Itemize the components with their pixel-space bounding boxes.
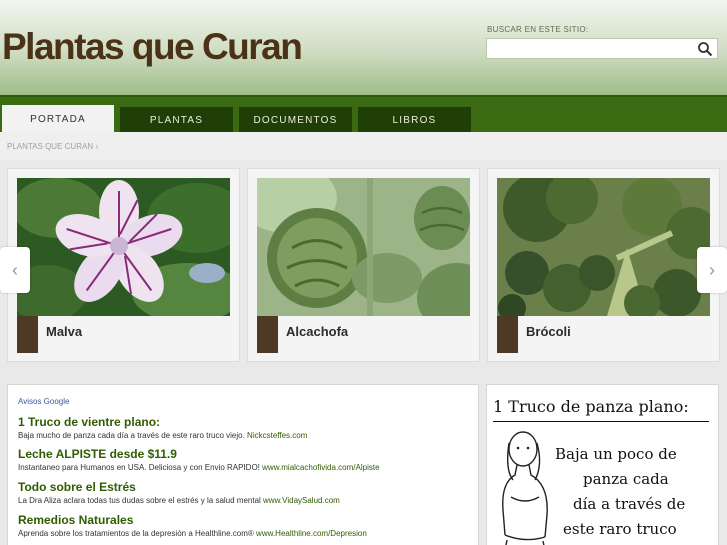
ads-heading[interactable]: Avisos Google bbox=[18, 397, 69, 406]
promo-line: Baja un poco de bbox=[555, 445, 677, 463]
search-input[interactable] bbox=[486, 38, 718, 59]
carousel-prev-button[interactable]: ‹ bbox=[0, 247, 30, 293]
ad-item[interactable]: Leche ALPISTE desde $11.9 Instantaneo pa… bbox=[18, 447, 380, 472]
breadcrumb-link[interactable]: PLANTAS QUE CURAN bbox=[7, 142, 93, 151]
ad-url[interactable]: www.Healthline.com/Depresion bbox=[256, 529, 367, 538]
tab-portada[interactable]: PORTADA bbox=[2, 105, 114, 134]
lower-section: Avisos Google 1 Truco de vientre plano: … bbox=[0, 370, 727, 545]
tab-documentos[interactable]: DOCUMENTOS bbox=[239, 107, 352, 134]
woman-illustration bbox=[502, 431, 548, 545]
carousel-item-malva[interactable]: Malva bbox=[7, 168, 240, 362]
main-nav: PORTADA PLANTAS DOCUMENTOS LIBROS bbox=[0, 95, 727, 134]
site-title[interactable]: Plantas que Curan bbox=[2, 26, 303, 68]
ad-title[interactable]: Leche ALPISTE desde $11.9 bbox=[18, 447, 380, 461]
breadcrumb-separator: › bbox=[95, 142, 98, 151]
malva-image[interactable] bbox=[17, 178, 230, 316]
ad-description: Aprenda sobre los tratamientos de la dep… bbox=[18, 529, 254, 538]
carousel-item-brocoli[interactable]: Brócoli bbox=[487, 168, 720, 362]
promo-banner[interactable]: 1 Truco de panza plano: Baja un poco de … bbox=[486, 384, 719, 545]
promo-line: este raro truco bbox=[563, 520, 677, 538]
ad-title[interactable]: 1 Truco de vientre plano: bbox=[18, 415, 307, 429]
ad-description: Baja mucho de panza cada día a través de… bbox=[18, 431, 245, 440]
google-ads-box: Avisos Google 1 Truco de vientre plano: … bbox=[7, 384, 479, 545]
carousel-label-alcachofa[interactable]: Alcachofa bbox=[286, 324, 348, 339]
ad-url[interactable]: www.VidaySalud.com bbox=[263, 496, 340, 505]
promo-title: 1 Truco de panza plano: bbox=[493, 397, 689, 416]
promo-line: día a través de bbox=[573, 495, 686, 513]
chevron-left-icon: ‹ bbox=[12, 259, 18, 280]
carousel-next-button[interactable]: › bbox=[697, 247, 727, 293]
carousel-item-alcachofa[interactable]: Alcachofa bbox=[247, 168, 480, 362]
carousel-label-malva[interactable]: Malva bbox=[46, 324, 82, 339]
chevron-right-icon: › bbox=[709, 259, 715, 280]
search-label: BUSCAR EN ESTE SITIO: bbox=[487, 25, 589, 34]
ad-title[interactable]: Todo sobre el Estrés bbox=[18, 480, 340, 494]
brocoli-image[interactable] bbox=[497, 178, 710, 316]
ad-title[interactable]: Remedios Naturales bbox=[18, 513, 367, 527]
magnifier-icon[interactable] bbox=[697, 41, 713, 57]
tab-libros[interactable]: LIBROS bbox=[358, 107, 471, 134]
alcachofa-image[interactable] bbox=[257, 178, 470, 316]
ad-description: Instantaneo para Humanos en USA. Delicio… bbox=[18, 463, 260, 472]
promo-line: panza cada bbox=[583, 470, 669, 488]
ad-item[interactable]: Todo sobre el Estrés La Dra Aliza aclara… bbox=[18, 480, 340, 505]
ad-item[interactable]: 1 Truco de vientre plano: Baja mucho de … bbox=[18, 415, 307, 440]
site-header: Plantas que Curan BUSCAR EN ESTE SITIO: bbox=[0, 0, 727, 95]
breadcrumb: PLANTAS QUE CURAN › bbox=[0, 132, 727, 160]
featured-carousel: Malva Alcachofa Brócoli ‹ › bbox=[0, 160, 727, 370]
ad-item[interactable]: Remedios Naturales Aprenda sobre los tra… bbox=[18, 513, 367, 538]
carousel-label-brocoli[interactable]: Brócoli bbox=[526, 324, 571, 339]
tab-plantas[interactable]: PLANTAS bbox=[120, 107, 233, 134]
ad-url[interactable]: www.mialcachofivida.com/Alpiste bbox=[262, 463, 379, 472]
ad-description: La Dra Aliza aclara todas tus dudas sobr… bbox=[18, 496, 261, 505]
ad-url[interactable]: Nickcsteffes.com bbox=[247, 431, 307, 440]
